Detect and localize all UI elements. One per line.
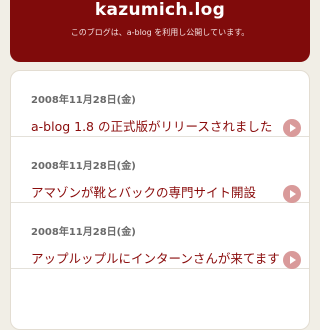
entry-title-link[interactable]: アップルップルにインターンさんが来てます xyxy=(31,251,280,266)
entry-list: 2008年11月28日(金) a-blog 1.8 の正式版がリリースされました… xyxy=(10,70,310,330)
site-title[interactable]: kazumich.log xyxy=(10,0,310,20)
entry-title-link[interactable]: a-blog 1.8 の正式版がリリースされました xyxy=(31,119,272,134)
entry-date: 2008年11月28日(金) xyxy=(31,161,136,172)
entry-title-link[interactable]: アマゾンが靴とバックの専門サイト開設 xyxy=(31,185,256,200)
site-header: kazumich.log このブログは、a-blog を利用し公開しています。 xyxy=(10,0,310,62)
chevron-right-circle-icon[interactable] xyxy=(283,251,301,269)
chevron-right-circle-icon[interactable] xyxy=(283,119,301,137)
entry-date: 2008年11月28日(金) xyxy=(31,95,136,106)
site-tagline: このブログは、a-blog を利用し公開しています。 xyxy=(70,28,250,37)
chevron-right-circle-icon[interactable] xyxy=(283,185,301,203)
entry-item[interactable]: 2008年11月28日(金) アマゾンが靴とバックの専門サイト開設 xyxy=(11,137,309,203)
entry-item[interactable]: 2008年11月28日(金) アップルップルにインターンさんが来てます xyxy=(11,203,309,269)
entry-item[interactable]: 2008年11月28日(金) a-blog 1.8 の正式版がリリースされました xyxy=(11,71,309,137)
entry-date: 2008年11月28日(金) xyxy=(31,227,136,238)
